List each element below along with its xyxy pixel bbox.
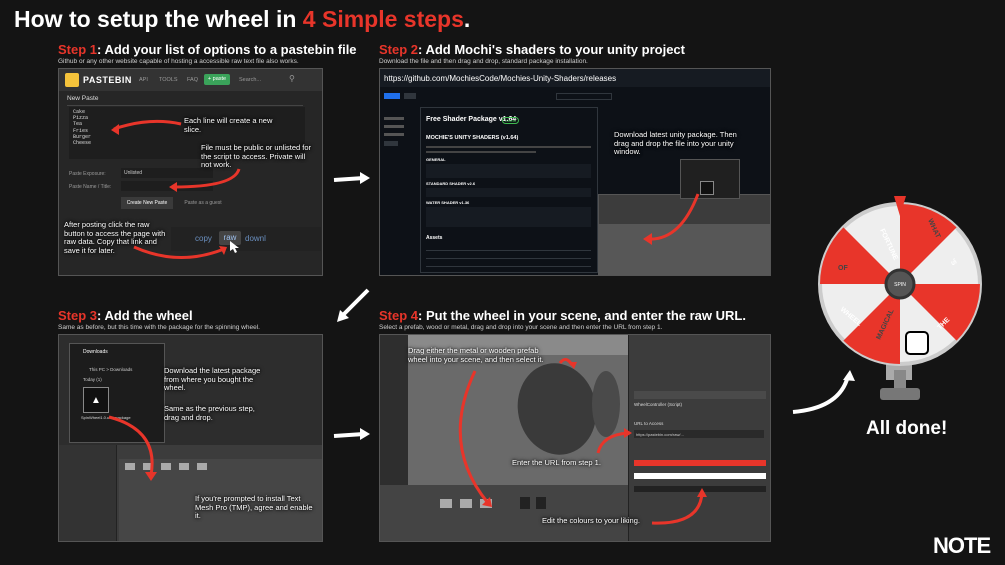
wheel-stand-post	[894, 370, 906, 390]
wheel-center-label: SPIN	[894, 282, 906, 288]
all-done-label: All done!	[866, 418, 948, 439]
spin-wheel-illustration: SPIN FORTUNE WHAT 'S OF WHEEL MAGICAL TH…	[818, 196, 982, 400]
arrow-right	[333, 432, 365, 438]
note-badge-icon	[905, 331, 929, 355]
wheel-base	[880, 388, 920, 400]
arrow-head	[360, 172, 370, 184]
arrow-right	[333, 176, 365, 182]
wheel-label: OF	[838, 265, 848, 272]
arrow-head	[360, 428, 370, 440]
note-logo: NOTE	[933, 533, 991, 558]
arrow-down-left	[340, 288, 370, 318]
